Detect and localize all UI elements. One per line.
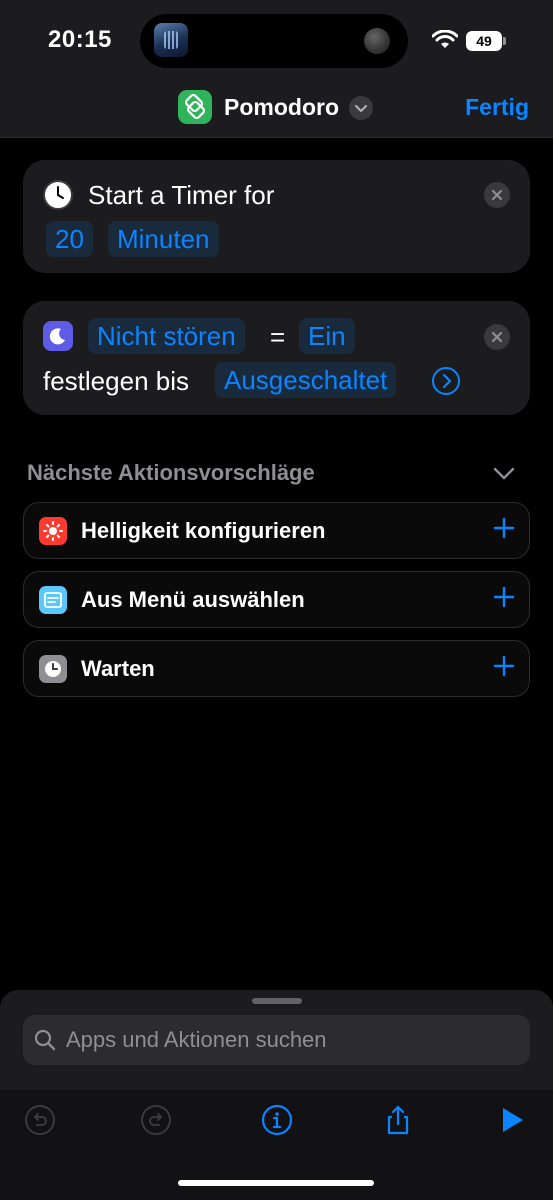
home-indicator	[178, 1180, 374, 1186]
suggestion-label: Aus Menü auswählen	[81, 587, 305, 612]
camera-indicator	[364, 28, 390, 54]
undo-icon[interactable]	[24, 1104, 56, 1136]
focus-action-label: festlegen bis	[43, 366, 189, 396]
timer-action-card[interactable]: Start a Timer for 20 Minuten	[23, 160, 530, 273]
shortcuts-app-icon[interactable]	[178, 90, 212, 124]
focus-mode-token[interactable]: Nicht stören	[88, 318, 245, 354]
clock-icon	[43, 180, 73, 210]
search-icon	[34, 1029, 56, 1051]
until-token[interactable]: Ausgeschaltet	[215, 362, 397, 398]
dynamic-island[interactable]	[140, 14, 408, 68]
suggestion-label: Warten	[81, 656, 155, 681]
now-playing-artwork[interactable]	[154, 23, 188, 57]
moon-icon	[43, 321, 73, 351]
battery-level: 49	[476, 33, 492, 49]
brightness-icon	[39, 517, 67, 545]
info-icon[interactable]	[261, 1104, 293, 1136]
add-icon[interactable]	[493, 586, 515, 608]
remove-action-button[interactable]	[484, 324, 510, 350]
equals-sign: =	[270, 322, 286, 352]
actions-sheet: Apps und Aktionen suchen	[0, 990, 553, 1200]
status-bar: 20:15 49	[0, 0, 553, 80]
suggestion-item[interactable]: Helligkeit konfigurieren	[23, 502, 530, 559]
menu-icon	[39, 586, 67, 614]
timer-action-label: Start a Timer for	[88, 180, 275, 210]
redo-icon[interactable]	[140, 1104, 172, 1136]
focus-action-card[interactable]: Nicht stören = Ein festlegen bis Ausgesc…	[23, 301, 530, 415]
share-icon[interactable]	[382, 1104, 414, 1136]
focus-state-token[interactable]: Ein	[299, 318, 355, 354]
done-button[interactable]: Fertig	[465, 94, 529, 121]
clock-icon	[39, 655, 67, 683]
suggestions-heading: Nächste Aktionsvorschläge	[27, 460, 315, 485]
add-icon[interactable]	[493, 655, 515, 677]
chevron-right-circle-icon[interactable]	[431, 366, 461, 396]
search-placeholder: Apps und Aktionen suchen	[66, 1027, 327, 1052]
add-icon[interactable]	[493, 517, 515, 539]
navigation-bar: Pomodoro Fertig	[0, 80, 553, 138]
shortcut-title[interactable]: Pomodoro	[224, 94, 339, 121]
run-play-icon[interactable]	[496, 1104, 528, 1136]
chevron-down-icon[interactable]	[492, 464, 516, 482]
timer-unit-token[interactable]: Minuten	[108, 221, 219, 257]
search-field[interactable]: Apps und Aktionen suchen	[23, 1015, 530, 1065]
battery-icon: 49	[466, 31, 506, 51]
suggestion-item[interactable]: Aus Menü auswählen	[23, 571, 530, 628]
suggestion-item[interactable]: Warten	[23, 640, 530, 697]
chevron-down-icon[interactable]	[349, 96, 373, 120]
timer-value-token[interactable]: 20	[46, 221, 93, 257]
remove-action-button[interactable]	[484, 182, 510, 208]
wifi-icon	[432, 30, 458, 48]
sheet-grabber[interactable]	[252, 998, 302, 1004]
suggestion-label: Helligkeit konfigurieren	[81, 518, 326, 543]
status-time: 20:15	[48, 26, 112, 53]
